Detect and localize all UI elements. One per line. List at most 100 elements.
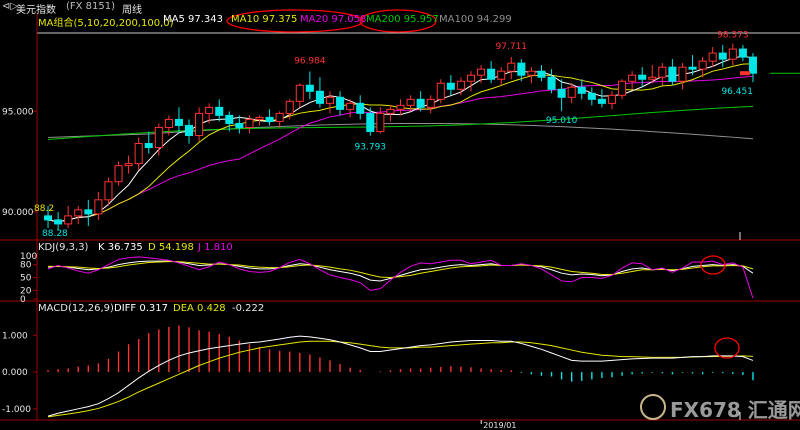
kdj-ytick-label: 80 [20, 261, 32, 271]
candle-body [184, 124, 194, 137]
candle-body [245, 118, 254, 128]
candle-body [628, 74, 637, 82]
candle-body [426, 98, 435, 108]
candle-body [336, 96, 345, 110]
low-label-96451: 96.451 [721, 87, 753, 97]
candle-body [708, 52, 717, 62]
candle-body [265, 116, 274, 122]
candle-body [305, 84, 314, 92]
macd-dea-value: DEA 0.428 [173, 303, 226, 314]
candle-body [114, 165, 123, 183]
candle-body [225, 114, 234, 124]
candle-body [618, 80, 627, 96]
candle-body [144, 143, 153, 149]
ma20-value: MA20 97.058 [300, 14, 367, 25]
candle-body [154, 126, 163, 149]
candle-body [527, 70, 536, 76]
ma200-value: MA200 95.957 [366, 14, 439, 25]
candle-body [638, 74, 647, 80]
candle-body [497, 70, 506, 80]
candle-body [446, 82, 455, 90]
candle-body [325, 96, 335, 104]
ma100-value: MA100 94.299 [439, 14, 512, 25]
candle-body [597, 98, 606, 104]
macd-legend: MACD(12,26,9) DIFF 0.317 DEA 0.428 -0.22… [38, 303, 298, 316]
candle-body [648, 76, 657, 80]
candle-body [64, 215, 73, 225]
high-label-97711: 97.711 [496, 42, 528, 52]
macd-ytick-label: -1.000 [2, 405, 31, 415]
candle-body [607, 94, 617, 104]
high-label-96984: 96.984 [294, 57, 326, 67]
candle-body [356, 102, 365, 114]
candle-body [406, 98, 415, 106]
main-ytick-label: 95.000 [2, 107, 34, 117]
macd-ytick-label: 1.000 [2, 331, 28, 341]
kdj-ytick-label: 50 [20, 274, 32, 284]
candle-body [94, 199, 103, 215]
candle-body [124, 163, 133, 167]
candle-body [477, 68, 486, 76]
candle-body [386, 108, 395, 114]
candle-body [164, 118, 173, 128]
candle-body [587, 92, 596, 100]
candle-body [718, 52, 727, 60]
candle-body [285, 100, 294, 114]
macd-ytick-label: 0.000 [2, 368, 28, 378]
candle-body [104, 181, 113, 201]
ma100-line [48, 122, 754, 140]
ma10-value: MA10 97.375 [231, 14, 298, 25]
candle-body [315, 90, 324, 104]
candle-body [54, 219, 63, 225]
candle-body [748, 56, 757, 74]
candle-body [658, 66, 667, 78]
candle-body [577, 86, 586, 94]
kdj-k-line [47, 260, 754, 282]
low-label-882: 88.2 [34, 204, 54, 214]
candle-body [346, 102, 355, 110]
candle-body [547, 76, 556, 90]
candle-body [678, 66, 687, 82]
candle-body [698, 60, 707, 70]
kdj-legend: KDJ(9,3,3) K 36.735 D 54.198 J 1.810 [38, 242, 298, 255]
candle-body [74, 209, 83, 217]
kdj-ytick-label: 0 [20, 295, 26, 305]
candle-body [456, 80, 465, 90]
date-label: 2019/01 [483, 421, 516, 430]
candle-body [436, 82, 445, 100]
candle-body [235, 122, 244, 128]
watermark-logo-icon [640, 394, 666, 420]
watermark-text: FX678 汇通网 [670, 398, 800, 422]
ma-legend-name: MA组合(5,10,20,200,100,0) [38, 18, 174, 29]
candle-body [205, 106, 214, 114]
candle-body [416, 98, 425, 108]
main-ytick-label: 90.000 [2, 208, 34, 218]
high-label-98373: 98.373 [717, 31, 749, 41]
kdj-k-value: K 36.735 [98, 242, 143, 253]
ma5-line [47, 55, 754, 223]
kdj-d-value: D 54.198 [148, 242, 194, 253]
candle-body [366, 112, 375, 132]
candle-body [195, 112, 204, 137]
candle-body [275, 112, 284, 122]
candle-body [487, 68, 496, 80]
kdj-j-value: J 1.810 [198, 242, 233, 253]
price-chart: 95.000 90.000 96.984 97.711 98.373 93.793 95.0… [0, 9, 800, 430]
candle-body [376, 112, 385, 132]
highlight-macd-cross [714, 337, 740, 359]
low-label-95010: 95.010 [546, 116, 578, 126]
candle-body [567, 86, 576, 98]
candle-body [295, 84, 304, 102]
macd-diff-value: DIFF 0.317 [114, 303, 168, 314]
watermark: FX678 汇通网 [640, 393, 800, 423]
candle-body [84, 209, 93, 215]
ma20-line [47, 75, 754, 223]
candle-body [396, 104, 405, 110]
candle-body [668, 66, 677, 82]
candle-body [44, 215, 53, 221]
candle-body [507, 62, 516, 72]
candle-body [215, 106, 224, 116]
candle-body [255, 116, 264, 120]
candle-body [517, 62, 526, 76]
kdj-legend-name: KDJ(9,3,3) [38, 242, 89, 253]
